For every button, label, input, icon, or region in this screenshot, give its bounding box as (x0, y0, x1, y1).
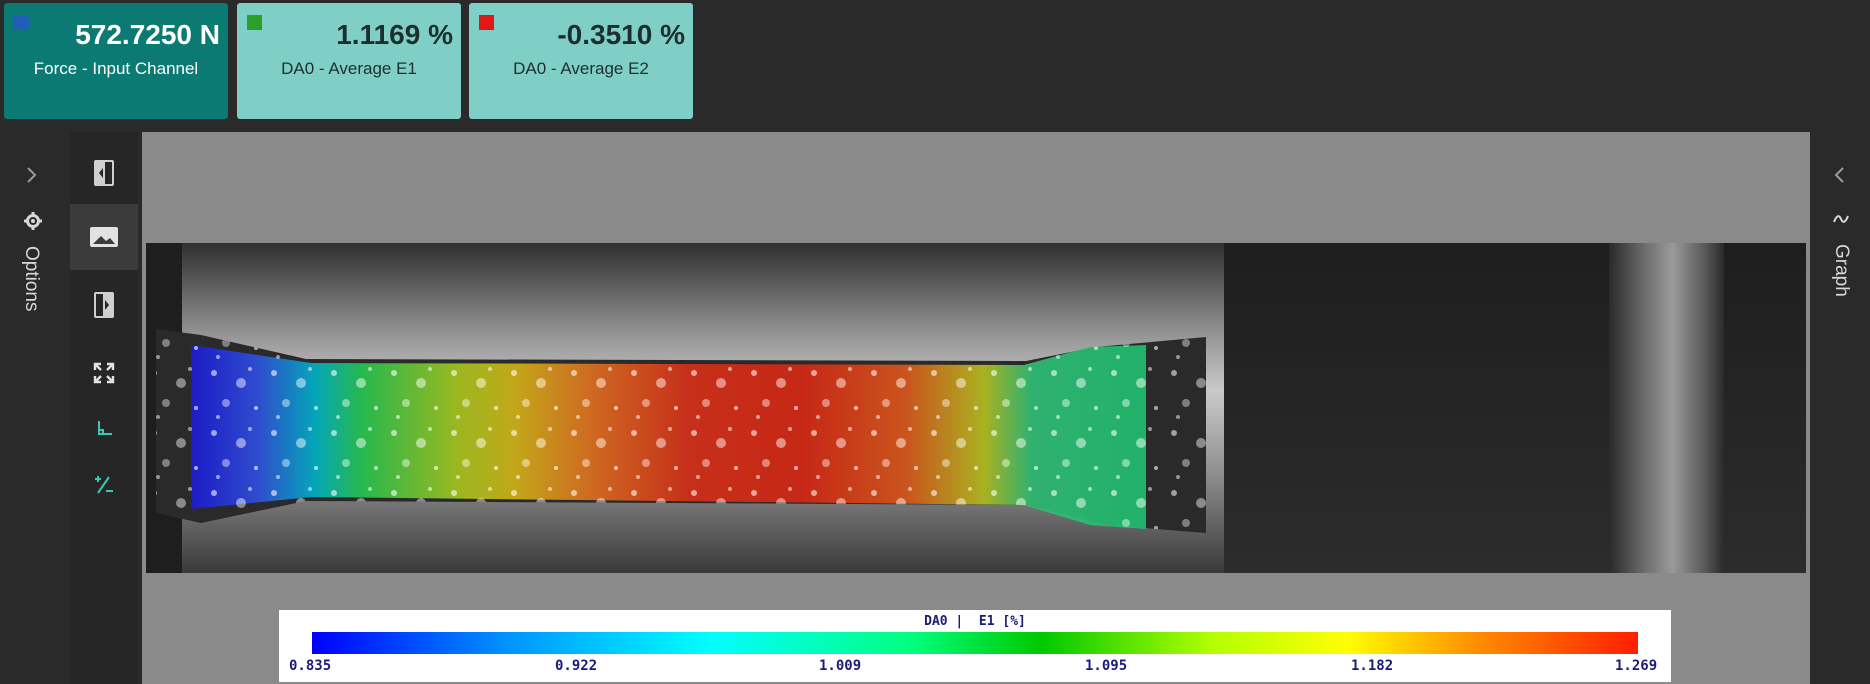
metric-label: Force - Input Channel (33, 59, 199, 78)
collapse-left-panel-icon (94, 160, 114, 186)
line-chart-icon[interactable] (1832, 210, 1850, 233)
gear-icon[interactable] (24, 212, 42, 235)
metric-value: 572.7250 N (75, 19, 220, 50)
strain-toggle-button[interactable] (70, 452, 138, 518)
view-toolbar (70, 132, 138, 684)
camera-image (146, 243, 1806, 573)
collapse-left-panel-button[interactable] (70, 140, 138, 206)
axes-icon (98, 421, 112, 435)
metric-tile-e1[interactable]: 1.1169 % DA0 - Average E1 (237, 3, 461, 119)
metric-label: DA0 - Average E2 (513, 59, 649, 78)
legend-title: DA0 | E1 [%] (924, 614, 1026, 629)
fullscreen-icon (93, 362, 115, 384)
legend-tick: 0.922 (555, 658, 598, 674)
metric-label: DA0 - Average E1 (281, 59, 417, 78)
image-view-button[interactable] (70, 204, 138, 270)
legend-tick: 0.835 (289, 658, 332, 674)
collapse-right-panel-button[interactable] (70, 272, 138, 338)
collapse-right-panel-icon (94, 292, 114, 318)
image-viewer[interactable]: DA0 | E1 [%] 0.835 0.922 1.009 1.095 1.1… (142, 132, 1810, 684)
series-color-swatch (247, 15, 262, 30)
series-color-swatch (479, 15, 494, 30)
image-icon (90, 227, 118, 247)
specimen-strain-overlay (146, 243, 1206, 573)
grip-roller (1609, 243, 1724, 573)
metric-value: -0.3510 % (557, 19, 685, 50)
legend-gradient-bar (312, 632, 1638, 654)
graph-panel-label[interactable]: Graph (1830, 244, 1852, 297)
chevron-left-icon[interactable] (1833, 165, 1847, 189)
metric-tile-force[interactable]: 572.7250 N Force - Input Channel (4, 3, 228, 119)
metric-tile-e2[interactable]: -0.3510 % DA0 - Average E2 (469, 3, 693, 119)
options-panel-label[interactable]: Options (20, 246, 42, 311)
strain-plus-minus-icon (95, 476, 113, 494)
legend-tick: 1.269 (1615, 658, 1658, 674)
series-color-swatch (14, 15, 29, 30)
grip-region (1224, 243, 1806, 573)
legend-tick: 1.009 (819, 658, 862, 674)
color-legend: DA0 | E1 [%] 0.835 0.922 1.009 1.095 1.1… (279, 610, 1671, 682)
metric-value: 1.1169 % (336, 19, 453, 50)
chevron-right-icon[interactable] (24, 165, 38, 189)
legend-tick: 1.095 (1085, 658, 1128, 674)
legend-tick: 1.182 (1351, 658, 1394, 674)
